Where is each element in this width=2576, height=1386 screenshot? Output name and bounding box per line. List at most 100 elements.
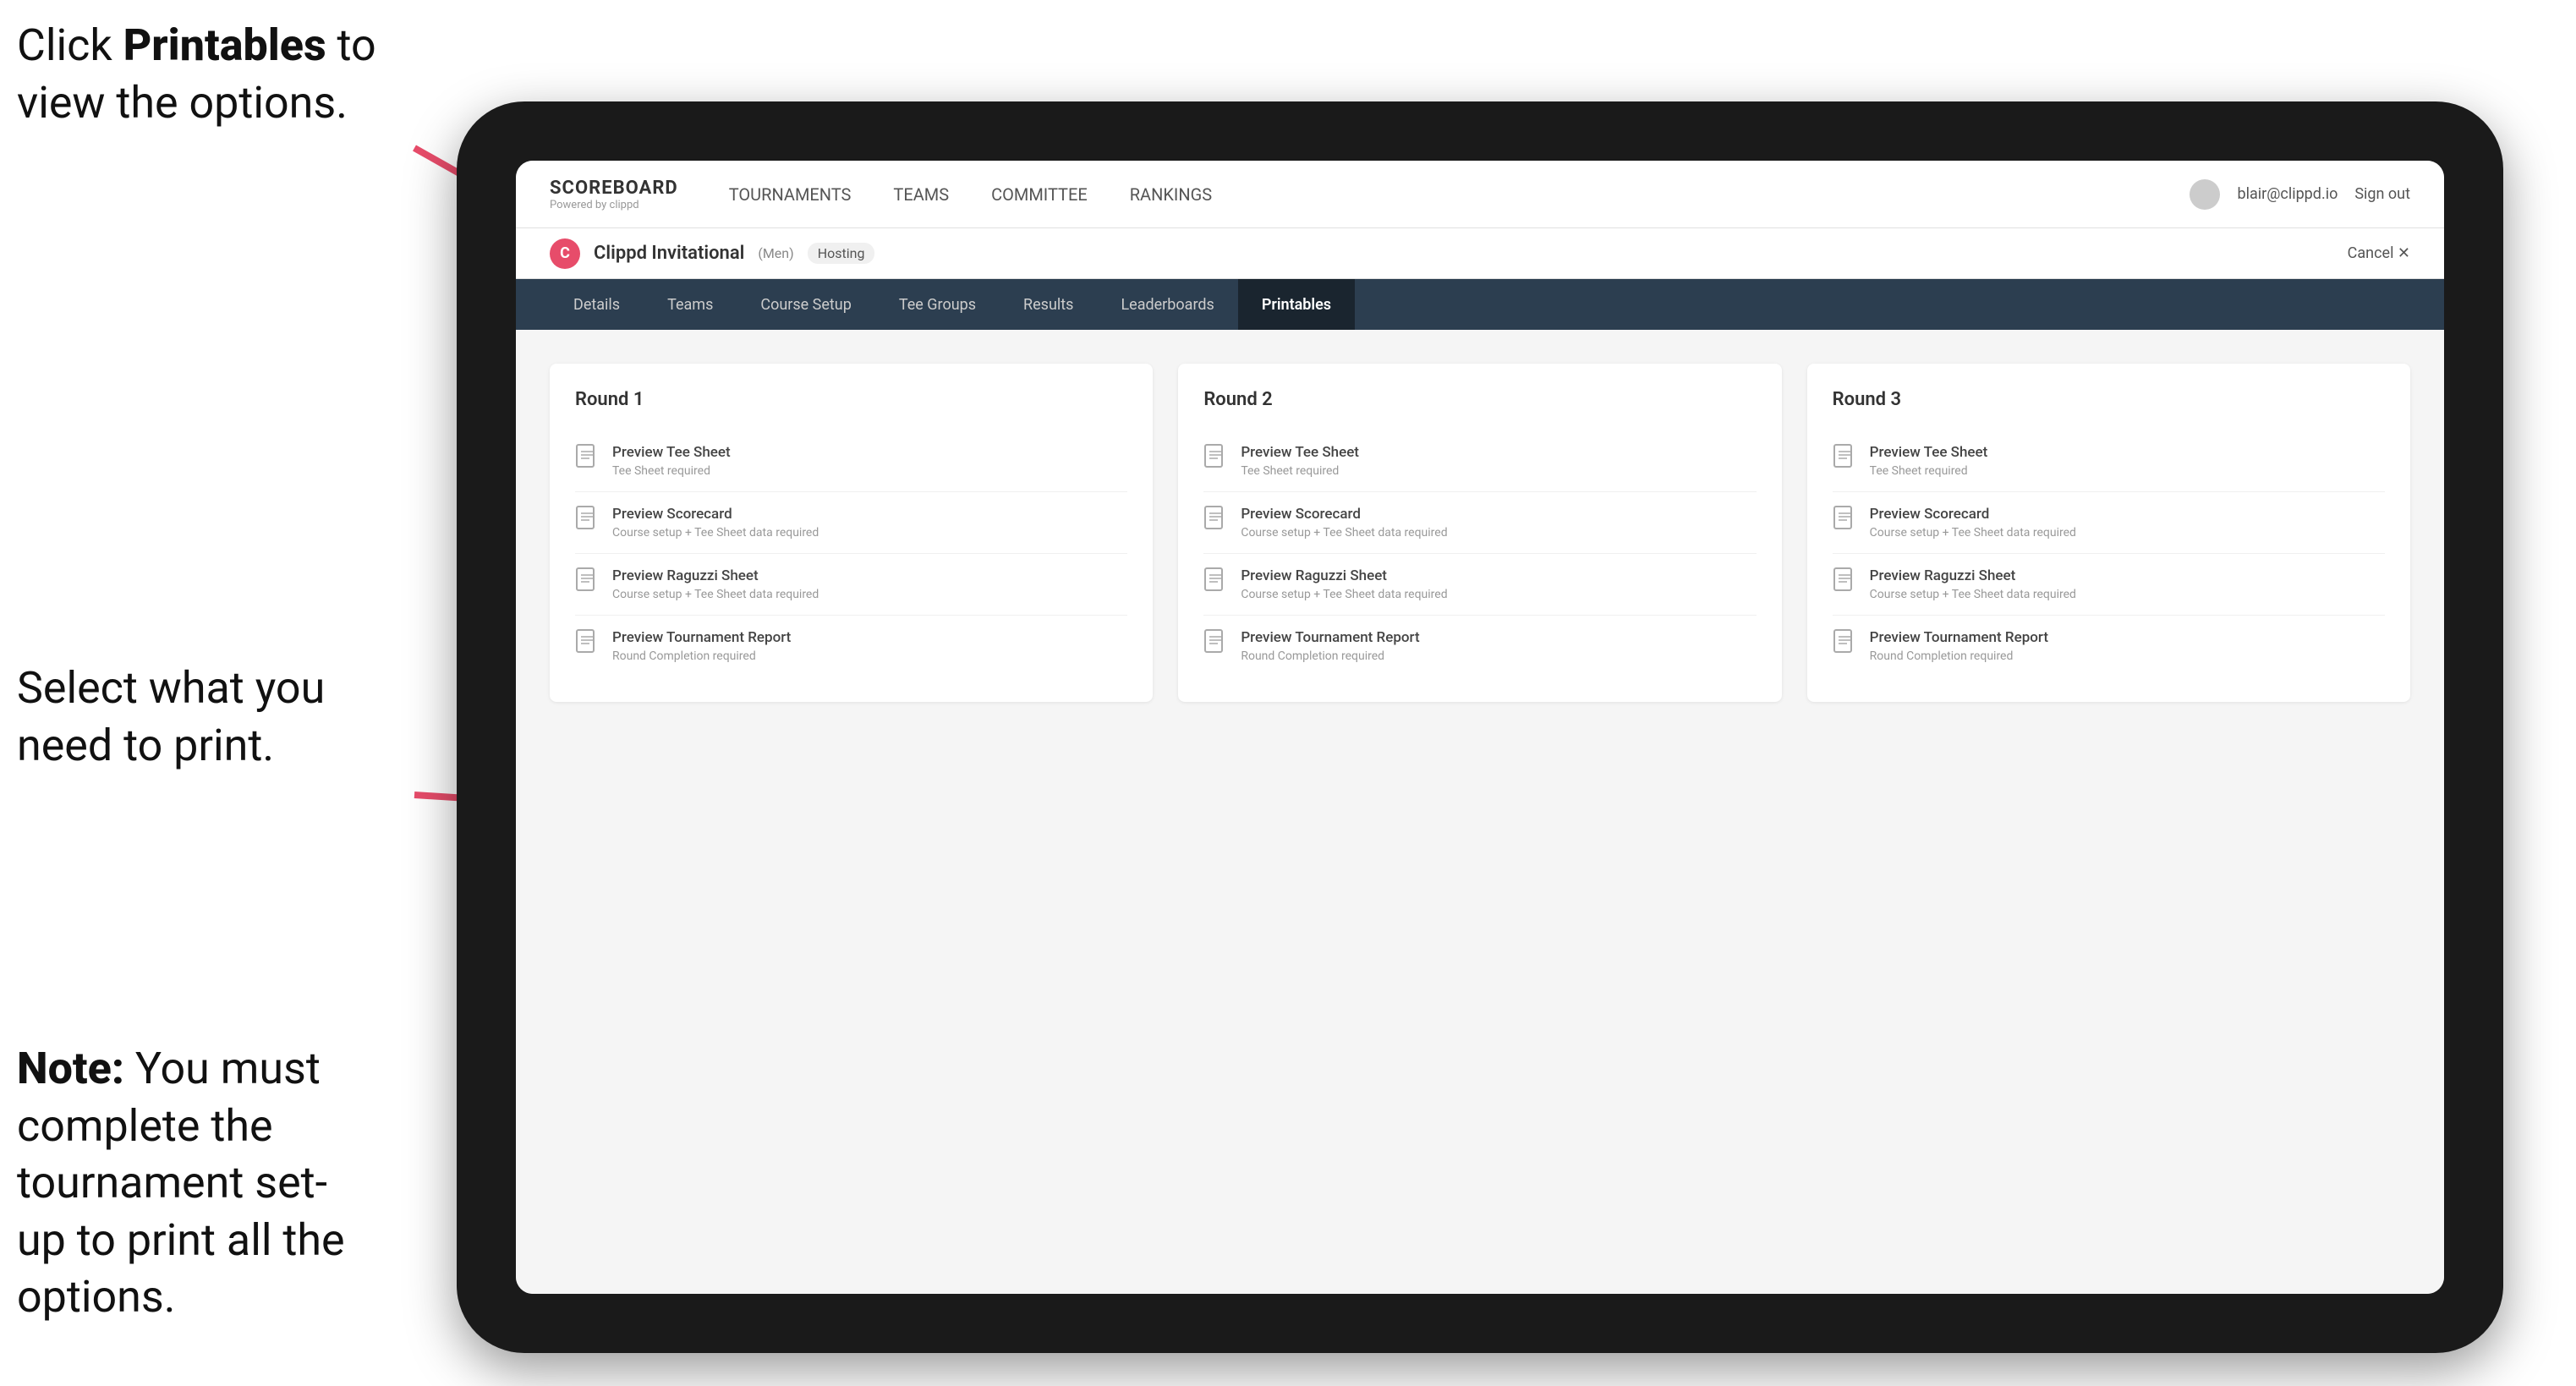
doc-icon-12 xyxy=(1833,629,1856,656)
round-1-tournament-report-sub: Round Completion required xyxy=(612,649,791,663)
round-2-title: Round 2 xyxy=(1203,389,1756,410)
round-1-tee-sheet-sub: Tee Sheet required xyxy=(612,464,731,478)
round-2-tournament-report-title: Preview Tournament Report xyxy=(1241,629,1419,646)
nav-committee[interactable]: COMMITTEE xyxy=(991,179,1088,210)
tab-tee-groups[interactable]: Tee Groups xyxy=(875,279,1000,330)
tab-course-setup[interactable]: Course Setup xyxy=(737,279,874,330)
main-nav: TOURNAMENTS TEAMS COMMITTEE RANKINGS xyxy=(729,179,2190,210)
round-3-raguzzi[interactable]: Preview Raguzzi Sheet Course setup + Tee… xyxy=(1833,554,2385,616)
round-1-raguzzi-sub: Course setup + Tee Sheet data required xyxy=(612,588,819,601)
round-1-scorecard[interactable]: Preview Scorecard Course setup + Tee She… xyxy=(575,492,1127,554)
round-2-tournament-report-sub: Round Completion required xyxy=(1241,649,1419,663)
doc-icon-4 xyxy=(575,629,599,656)
round-2-scorecard-title: Preview Scorecard xyxy=(1241,506,1447,523)
round-1-column: Round 1 Preview Tee Sheet Tee Sheet requ… xyxy=(550,364,1153,702)
logo-title: SCOREBOARD xyxy=(550,178,678,199)
sub-nav: Details Teams Course Setup Tee Groups Re… xyxy=(516,279,2444,330)
round-3-scorecard-title: Preview Scorecard xyxy=(1870,506,2076,523)
round-3-tee-sheet[interactable]: Preview Tee Sheet Tee Sheet required xyxy=(1833,430,2385,492)
round-2-raguzzi-text: Preview Raguzzi Sheet Course setup + Tee… xyxy=(1241,567,1447,601)
round-3-tee-sheet-text: Preview Tee Sheet Tee Sheet required xyxy=(1870,444,1988,478)
round-3-raguzzi-text: Preview Raguzzi Sheet Course setup + Tee… xyxy=(1870,567,2076,601)
round-3-title: Round 3 xyxy=(1833,389,2385,410)
hosting-badge: Hosting xyxy=(808,243,875,264)
doc-icon-8 xyxy=(1203,629,1227,656)
user-avatar xyxy=(2190,179,2220,210)
round-3-tournament-report-title: Preview Tournament Report xyxy=(1870,629,2048,646)
doc-icon-11 xyxy=(1833,567,1856,594)
round-1-scorecard-sub: Course setup + Tee Sheet data required xyxy=(612,526,819,540)
top-nav: SCOREBOARD Powered by clippd TOURNAMENTS… xyxy=(516,161,2444,228)
round-2-raguzzi-sub: Course setup + Tee Sheet data required xyxy=(1241,588,1447,601)
round-3-column: Round 3 Preview Tee Sheet Tee Sheet requ… xyxy=(1807,364,2410,702)
round-3-tournament-report-sub: Round Completion required xyxy=(1870,649,2048,663)
doc-icon-10 xyxy=(1833,506,1856,533)
doc-icon-6 xyxy=(1203,506,1227,533)
round-3-raguzzi-sub: Course setup + Tee Sheet data required xyxy=(1870,588,2076,601)
round-2-column: Round 2 Preview Tee Sheet Tee Sheet requ… xyxy=(1178,364,1781,702)
tablet-screen: SCOREBOARD Powered by clippd TOURNAMENTS… xyxy=(516,161,2444,1294)
cancel-button[interactable]: Cancel ✕ xyxy=(2348,244,2410,262)
logo-sub: Powered by clippd xyxy=(550,199,678,211)
tab-details[interactable]: Details xyxy=(550,279,644,330)
round-2-raguzzi-title: Preview Raguzzi Sheet xyxy=(1241,567,1447,584)
round-3-tee-sheet-title: Preview Tee Sheet xyxy=(1870,444,1988,461)
round-3-tee-sheet-sub: Tee Sheet required xyxy=(1870,464,1988,478)
tab-leaderboards[interactable]: Leaderboards xyxy=(1097,279,1237,330)
round-1-tee-sheet[interactable]: Preview Tee Sheet Tee Sheet required xyxy=(575,430,1127,492)
brand-icon: C xyxy=(550,238,580,269)
round-1-raguzzi-text: Preview Raguzzi Sheet Course setup + Tee… xyxy=(612,567,819,601)
doc-icon-2 xyxy=(575,506,599,533)
round-3-scorecard-text: Preview Scorecard Course setup + Tee She… xyxy=(1870,506,2076,540)
nav-tournaments[interactable]: TOURNAMENTS xyxy=(729,179,852,210)
nav-teams[interactable]: TEAMS xyxy=(893,179,949,210)
main-content: Round 1 Preview Tee Sheet Tee Sheet requ… xyxy=(516,330,2444,1294)
round-3-scorecard-sub: Course setup + Tee Sheet data required xyxy=(1870,526,2076,540)
tournament-badge: (Men) xyxy=(758,245,793,261)
sign-out-link[interactable]: Sign out xyxy=(2354,185,2410,203)
round-3-tournament-report[interactable]: Preview Tournament Report Round Completi… xyxy=(1833,616,2385,677)
round-1-tournament-report[interactable]: Preview Tournament Report Round Completi… xyxy=(575,616,1127,677)
round-3-scorecard[interactable]: Preview Scorecard Course setup + Tee She… xyxy=(1833,492,2385,554)
round-2-scorecard[interactable]: Preview Scorecard Course setup + Tee She… xyxy=(1203,492,1756,554)
round-1-tee-sheet-text: Preview Tee Sheet Tee Sheet required xyxy=(612,444,731,478)
round-1-title: Round 1 xyxy=(575,389,1127,410)
round-2-tee-sheet-text: Preview Tee Sheet Tee Sheet required xyxy=(1241,444,1359,478)
annotation-middle: Select what youneed to print. xyxy=(17,660,372,774)
nav-right: blair@clippd.io Sign out xyxy=(2190,179,2410,210)
tab-results[interactable]: Results xyxy=(1000,279,1097,330)
round-2-tournament-report[interactable]: Preview Tournament Report Round Completi… xyxy=(1203,616,1756,677)
rounds-grid: Round 1 Preview Tee Sheet Tee Sheet requ… xyxy=(550,364,2410,702)
round-2-tee-sheet[interactable]: Preview Tee Sheet Tee Sheet required xyxy=(1203,430,1756,492)
round-1-raguzzi-title: Preview Raguzzi Sheet xyxy=(612,567,819,584)
round-2-scorecard-text: Preview Scorecard Course setup + Tee She… xyxy=(1241,506,1447,540)
tablet-device: SCOREBOARD Powered by clippd TOURNAMENTS… xyxy=(457,101,2503,1353)
tab-printables[interactable]: Printables xyxy=(1238,279,1355,330)
nav-rankings[interactable]: RANKINGS xyxy=(1130,179,1212,210)
doc-icon-7 xyxy=(1203,567,1227,594)
round-1-tournament-report-text: Preview Tournament Report Round Completi… xyxy=(612,629,791,663)
round-1-scorecard-title: Preview Scorecard xyxy=(612,506,819,523)
round-2-tournament-report-text: Preview Tournament Report Round Completi… xyxy=(1241,629,1419,663)
tab-teams[interactable]: Teams xyxy=(644,279,737,330)
round-1-raguzzi[interactable]: Preview Raguzzi Sheet Course setup + Tee… xyxy=(575,554,1127,616)
round-1-tee-sheet-title: Preview Tee Sheet xyxy=(612,444,731,461)
round-2-tee-sheet-sub: Tee Sheet required xyxy=(1241,464,1359,478)
round-3-tournament-report-text: Preview Tournament Report Round Completi… xyxy=(1870,629,2048,663)
annotation-top-bold: Printables xyxy=(123,19,326,71)
doc-icon-9 xyxy=(1833,444,1856,471)
doc-icon-3 xyxy=(575,567,599,594)
logo-area: SCOREBOARD Powered by clippd xyxy=(550,178,678,211)
doc-icon xyxy=(575,444,599,471)
breadcrumb-bar: C Clippd Invitational (Men) Hosting Canc… xyxy=(516,228,2444,279)
round-2-tee-sheet-title: Preview Tee Sheet xyxy=(1241,444,1359,461)
tournament-name: Clippd Invitational xyxy=(594,243,744,264)
round-1-scorecard-text: Preview Scorecard Course setup + Tee She… xyxy=(612,506,819,540)
round-2-raguzzi[interactable]: Preview Raguzzi Sheet Course setup + Tee… xyxy=(1203,554,1756,616)
annotation-bottom: Note: You must complete the tournament s… xyxy=(17,1040,372,1326)
round-1-tournament-report-title: Preview Tournament Report xyxy=(612,629,791,646)
round-2-scorecard-sub: Course setup + Tee Sheet data required xyxy=(1241,526,1447,540)
annotation-top: Click Printables toview the options. xyxy=(17,17,376,131)
user-email: blair@clippd.io xyxy=(2237,185,2338,203)
doc-icon-5 xyxy=(1203,444,1227,471)
